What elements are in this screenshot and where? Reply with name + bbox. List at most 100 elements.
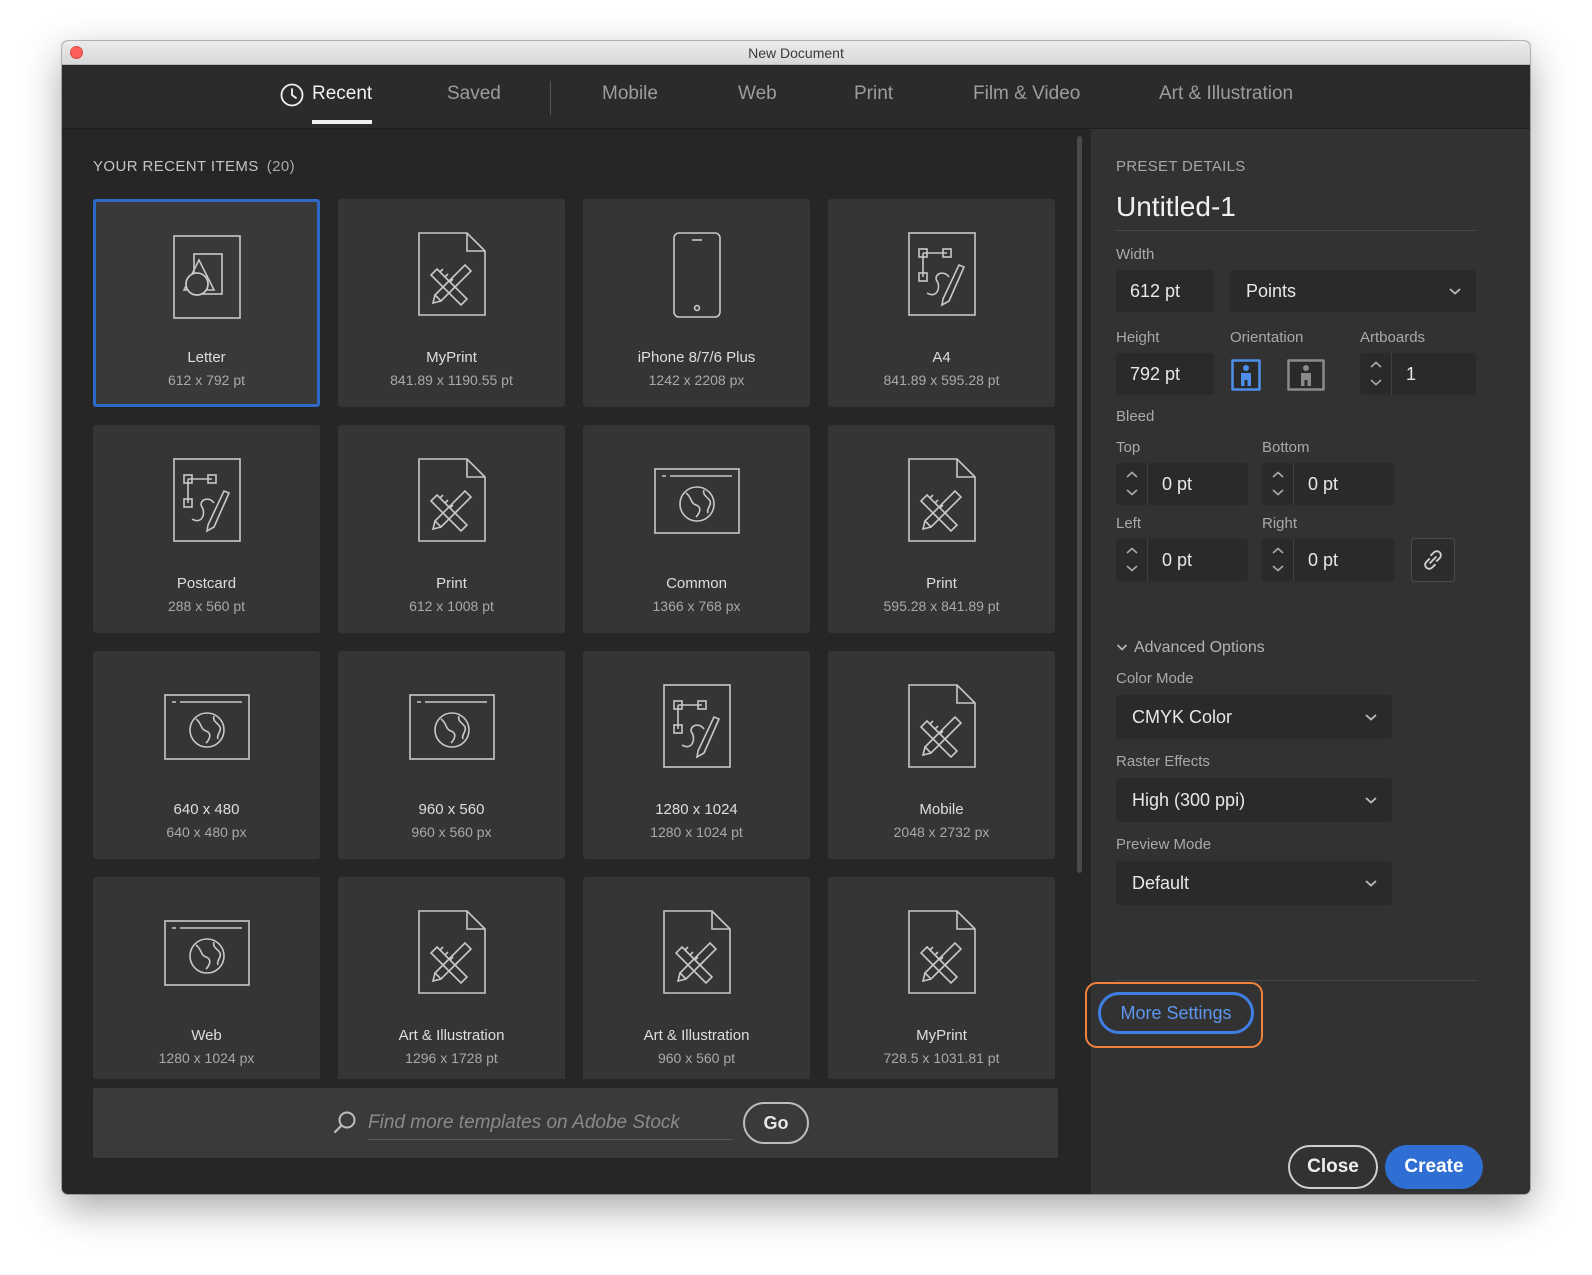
recent-item-name: A4 xyxy=(932,349,951,366)
artboards-stepper[interactable] xyxy=(1360,353,1392,395)
search-icon xyxy=(333,1111,356,1134)
recent-item-card[interactable]: MyPrint 728.5 x 1031.81 pt xyxy=(828,877,1055,1079)
window-title: New Document xyxy=(748,45,844,61)
tab-saved[interactable]: Saved xyxy=(447,83,501,105)
print-doc-icon xyxy=(338,455,565,547)
bleed-left-stepper[interactable] xyxy=(1116,539,1148,581)
close-button[interactable]: Close xyxy=(1288,1145,1378,1189)
bleed-left-field[interactable]: 0 pt xyxy=(1148,539,1248,581)
bleed-top-label: Top xyxy=(1116,439,1141,456)
recent-item-card[interactable]: 1280 x 1024 1280 x 1024 pt xyxy=(583,651,810,859)
print-doc-icon xyxy=(828,907,1055,999)
recent-item-card[interactable]: Art & Illustration 960 x 560 pt xyxy=(583,877,810,1079)
bleed-right-stepper[interactable] xyxy=(1262,539,1294,581)
bleed-left-label: Left xyxy=(1116,515,1142,532)
recent-item-size: 1280 x 1024 pt xyxy=(650,824,743,840)
raster-effects-select[interactable]: High (300 ppi) xyxy=(1116,778,1392,822)
print-doc-icon xyxy=(828,681,1055,773)
chevron-down-icon xyxy=(1116,644,1128,652)
recent-item-size: 1280 x 1024 px xyxy=(158,1050,255,1066)
recent-item-size: 841.89 x 595.28 pt xyxy=(883,372,1000,388)
recent-items-grid: Letter 612 x 792 pt MyPrint 841.89 x 1190.5… xyxy=(93,199,1063,1079)
template-search-input[interactable] xyxy=(368,1106,733,1140)
width-field[interactable]: 612 pt xyxy=(1116,270,1214,312)
color-mode-label: Color Mode xyxy=(1116,670,1194,687)
advanced-options-toggle[interactable]: Advanced Options xyxy=(1116,639,1265,657)
chevron-up-icon[interactable] xyxy=(1271,546,1285,556)
recent-item-name: Art & Illustration xyxy=(643,1027,750,1044)
document-name-field[interactable]: Untitled-1 xyxy=(1116,191,1476,231)
chevron-down-icon[interactable] xyxy=(1369,377,1383,387)
recent-item-card[interactable]: 640 x 480 640 x 480 px xyxy=(93,651,320,859)
link-icon xyxy=(1424,550,1442,570)
chevron-down-icon xyxy=(1449,288,1461,295)
recent-item-card[interactable]: iPhone 8/7/6 Plus 1242 x 2208 px xyxy=(583,199,810,407)
recent-item-card[interactable]: Web 1280 x 1024 px xyxy=(93,877,320,1079)
recent-item-card[interactable]: Print 595.28 x 841.89 pt xyxy=(828,425,1055,633)
recent-item-card[interactable]: A4 841.89 x 595.28 pt xyxy=(828,199,1055,407)
recent-item-card[interactable]: 960 x 560 960 x 560 px xyxy=(338,651,565,859)
landscape-orientation-button[interactable] xyxy=(1287,359,1325,391)
color-mode-value: CMYK Color xyxy=(1132,706,1233,727)
recent-item-card[interactable]: Common 1366 x 768 px xyxy=(583,425,810,633)
recent-item-card[interactable]: Print 612 x 1008 pt xyxy=(338,425,565,633)
height-field[interactable]: 792 pt xyxy=(1116,353,1214,395)
recent-item-size: 960 x 560 pt xyxy=(657,1050,736,1066)
chevron-down-icon xyxy=(1365,714,1377,721)
portrait-orientation-button[interactable] xyxy=(1231,359,1261,391)
color-mode-select[interactable]: CMYK Color xyxy=(1116,695,1392,739)
recent-item-size: 1366 x 768 px xyxy=(652,598,741,614)
recent-item-name: Web xyxy=(191,1027,222,1044)
more-settings-button[interactable]: More Settings xyxy=(1098,992,1254,1034)
raster-effects-label: Raster Effects xyxy=(1116,753,1210,770)
tab-art-illustration[interactable]: Art & Illustration xyxy=(1159,83,1293,105)
tab-film-video[interactable]: Film & Video xyxy=(973,83,1080,105)
chevron-up-icon[interactable] xyxy=(1125,546,1139,556)
bleed-label: Bleed xyxy=(1116,408,1155,425)
tab-recent[interactable]: Recent xyxy=(312,83,373,124)
web-globe-icon xyxy=(583,455,810,547)
chevron-down-icon[interactable] xyxy=(1125,563,1139,573)
recent-item-card[interactable]: Art & Illustration 1296 x 1728 pt xyxy=(338,877,565,1079)
preview-mode-select[interactable]: Default xyxy=(1116,861,1392,905)
raster-effects-value: High (300 ppi) xyxy=(1132,789,1246,810)
chevron-down-icon[interactable] xyxy=(1271,563,1285,573)
bleed-right-field[interactable]: 0 pt xyxy=(1294,539,1394,581)
width-label: Width xyxy=(1116,246,1155,263)
preset-details-panel: PRESET DETAILS Untitled-1 Width 612 pt P… xyxy=(1085,129,1530,1194)
preview-mode-value: Default xyxy=(1132,872,1190,893)
link-bleed-button[interactable] xyxy=(1411,538,1455,582)
go-button[interactable]: Go xyxy=(743,1102,809,1144)
create-button[interactable]: Create xyxy=(1385,1145,1483,1189)
chevron-down-icon[interactable] xyxy=(1125,487,1139,497)
recent-item-name: Art & Illustration xyxy=(398,1027,505,1044)
panel-divider xyxy=(1116,980,1477,981)
bleed-bottom-stepper[interactable] xyxy=(1262,463,1294,505)
chevron-down-icon[interactable] xyxy=(1271,487,1285,497)
bleed-bottom-field[interactable]: 0 pt xyxy=(1294,463,1394,505)
tab-web[interactable]: Web xyxy=(738,83,777,105)
recent-item-card[interactable]: Letter 612 x 792 pt xyxy=(93,199,320,407)
recent-item-name: Letter xyxy=(187,349,226,366)
print-doc-icon xyxy=(338,907,565,999)
recent-item-name: Print xyxy=(926,575,957,592)
height-label: Height xyxy=(1116,329,1160,346)
tab-print[interactable]: Print xyxy=(854,83,893,105)
recent-item-card[interactable]: Mobile 2048 x 2732 px xyxy=(828,651,1055,859)
category-tabs: Recent Saved Mobile Web Print Film & Vid… xyxy=(62,65,1530,129)
grid-scrollbar[interactable] xyxy=(1077,136,1082,873)
chevron-up-icon[interactable] xyxy=(1125,470,1139,480)
units-select[interactable]: Points xyxy=(1230,270,1476,312)
recent-item-size: 640 x 480 px xyxy=(166,824,247,840)
recent-item-name: Print xyxy=(436,575,467,592)
chevron-up-icon[interactable] xyxy=(1271,470,1285,480)
recent-item-card[interactable]: Postcard 288 x 560 pt xyxy=(93,425,320,633)
tab-mobile[interactable]: Mobile xyxy=(602,83,658,105)
bleed-top-field[interactable]: 0 pt xyxy=(1148,463,1248,505)
recent-item-size: 612 x 792 pt xyxy=(167,372,246,388)
recent-item-card[interactable]: MyPrint 841.89 x 1190.55 pt xyxy=(338,199,565,407)
chevron-up-icon[interactable] xyxy=(1369,360,1383,370)
bleed-top-stepper[interactable] xyxy=(1116,463,1148,505)
orientation-label: Orientation xyxy=(1230,329,1304,346)
artboards-field[interactable]: 1 xyxy=(1392,353,1476,395)
